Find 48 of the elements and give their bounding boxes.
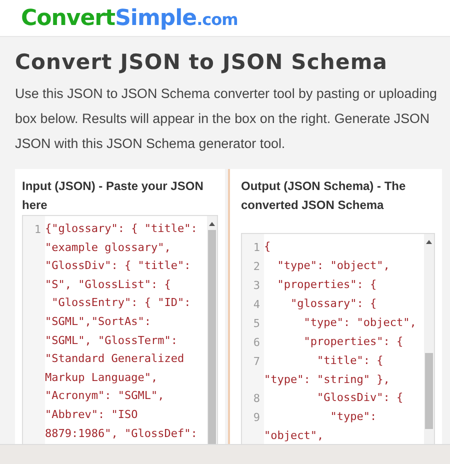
code-line: "glossary": { [289, 296, 377, 312]
scroll-up-icon[interactable] [426, 240, 432, 244]
intro-text: JSON with this JSON Schema generator tool. [15, 135, 286, 153]
scroll-thumb[interactable] [425, 353, 433, 429]
line-number: 1 [34, 223, 41, 236]
code-line: "properties": { [302, 334, 404, 350]
scrollbar[interactable] [207, 216, 217, 446]
line-number: 8 [253, 392, 260, 406]
intro-text: box below. Results will appear in the box on the right. Generate JSON [15, 110, 431, 128]
code-line: "type": "object", [302, 315, 416, 331]
code-line: 8879:1986", "GlossDef": [45, 426, 198, 442]
line-number: 5 [253, 317, 260, 330]
scrollbar[interactable] [424, 234, 434, 446]
panel-heading: Output (JSON Schema) - The converted JSON Schema [241, 178, 407, 214]
code-line: "Acronym": "SGML", [45, 388, 166, 404]
code-line: "GlossDiv": { "title": [45, 258, 192, 274]
line-number: 4 [253, 298, 260, 311]
code-editor[interactable]: 1 { 2 "type": "object", 3 "properties": { 4 "glossary": { 5 "type": "object", 6 "properties": { 7 "title": { "type": "string" }, 8 "GlossDiv": { 9 "type": "object", [241, 233, 435, 446]
code-line: "Abbrev": "ISO [45, 406, 139, 423]
code-line: "title": { [316, 353, 384, 369]
code-line: "S", "GlossList": { [45, 276, 172, 293]
code-line: "GlossEntry": { "ID": [50, 295, 192, 312]
panel-heading: Input (JSON) - Paste your JSON here [22, 178, 204, 214]
line-number: 7 [253, 355, 260, 368]
code-line: "SGML", "GlossTerm": [45, 332, 178, 349]
line-number: 1 [253, 241, 260, 254]
code-line: {"glossary": { "title": [45, 221, 198, 237]
code-line: "type": "string" }, [264, 372, 390, 388]
code-line: "type": [329, 409, 377, 426]
code-line: "Standard Generalized [45, 351, 186, 368]
code-line: "type": "object", [276, 258, 390, 274]
code-line: "properties": { [276, 277, 377, 293]
line-number: 6 [253, 336, 260, 349]
site-logo[interactable]: ConvertSimple.com [21, 6, 238, 30]
intro-text: Use this JSON to JSON Schema converter tool by pasting or uploading [15, 85, 438, 103]
code-editor[interactable] [22, 215, 218, 446]
line-number: 3 [253, 279, 260, 292]
line-number: 9 [253, 411, 260, 424]
code-line: "SGML","SortAs": [45, 314, 152, 330]
scroll-up-icon[interactable] [209, 222, 215, 226]
page-title: Convert JSON to JSON Schema [15, 50, 389, 74]
code-line: "object", [264, 428, 325, 444]
code-line: "GlossDiv": { [316, 390, 404, 406]
code-line: Markup Language", [45, 370, 159, 386]
scroll-thumb[interactable] [208, 230, 216, 446]
code-line: { [264, 239, 271, 255]
code-line: "example glossary", [45, 240, 172, 256]
line-number: 2 [253, 260, 260, 273]
